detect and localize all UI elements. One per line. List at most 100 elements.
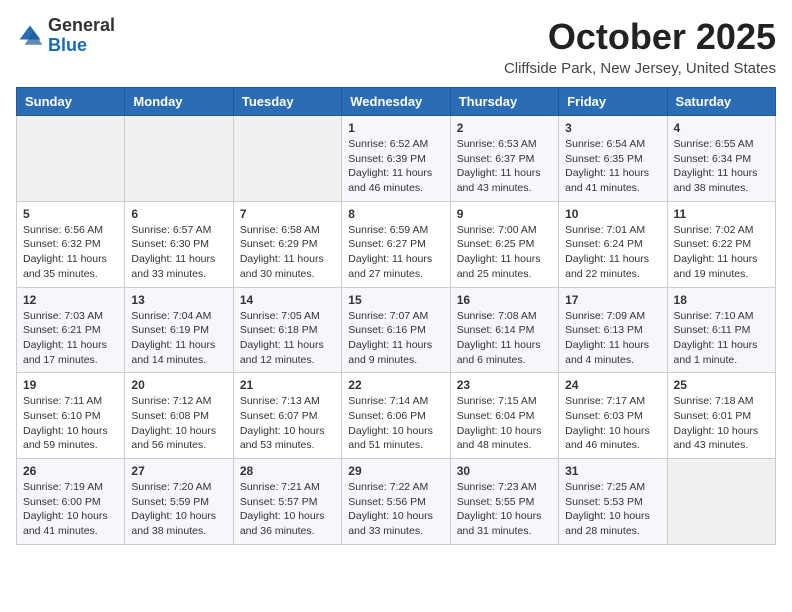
day-info: Sunrise: 6:58 AMSunset: 6:29 PMDaylight:… — [240, 223, 335, 282]
calendar-cell: 8Sunrise: 6:59 AMSunset: 6:27 PMDaylight… — [342, 201, 450, 287]
day-info: Sunrise: 7:07 AMSunset: 6:16 PMDaylight:… — [348, 309, 443, 368]
day-info: Sunrise: 6:55 AMSunset: 6:34 PMDaylight:… — [674, 137, 769, 196]
calendar-cell: 21 Sunrise: 7:13 AMSunset: 6:07 PMDayligh… — [233, 373, 341, 459]
month-title: October 2025 — [504, 16, 776, 58]
logo: General Blue — [16, 16, 115, 56]
day-info: Sunrise: 7:13 AMSunset: 6:07 PMDaylight:… — [240, 394, 335, 453]
day-number: 11 — [674, 207, 769, 221]
day-number: 1 — [348, 121, 443, 135]
calendar-cell — [233, 116, 341, 202]
calendar-week-3: 12 Sunrise: 7:03 AMSunset: 6:21 PMDayligh… — [17, 287, 776, 373]
day-info: Sunrise: 7:04 AMSunset: 6:19 PMDaylight:… — [131, 309, 226, 368]
page-header: General Blue October 2025 Cliffside Park… — [16, 16, 776, 77]
day-info: Sunrise: 7:03 AMSunset: 6:21 PMDaylight:… — [23, 309, 118, 368]
logo-general-text: General — [48, 16, 115, 36]
calendar-cell: 28 Sunrise: 7:21 AMSunset: 5:57 PMDayligh… — [233, 459, 341, 545]
day-info: Sunrise: 7:09 AMSunset: 6:13 PMDaylight:… — [565, 309, 660, 368]
day-number: 25 — [674, 378, 769, 392]
calendar-cell: 18Sunrise: 7:10 AMSunset: 6:11 PMDayligh… — [667, 287, 775, 373]
calendar-cell: 22 Sunrise: 7:14 AMSunset: 6:06 PMDayligh… — [342, 373, 450, 459]
day-number: 27 — [131, 464, 226, 478]
calendar-cell: 25 Sunrise: 7:18 AMSunset: 6:01 PMDayligh… — [667, 373, 775, 459]
day-number: 23 — [457, 378, 552, 392]
day-info: Sunrise: 7:14 AMSunset: 6:06 PMDaylight:… — [348, 394, 443, 453]
day-info: Sunrise: 7:11 AMSunset: 6:10 PMDaylight:… — [23, 394, 118, 453]
calendar-cell: 2Sunrise: 6:53 AMSunset: 6:37 PMDaylight… — [450, 116, 558, 202]
day-info: Sunrise: 7:12 AMSunset: 6:08 PMDaylight:… — [131, 394, 226, 453]
day-info: Sunrise: 7:02 AMSunset: 6:22 PMDaylight:… — [674, 223, 769, 282]
day-info: Sunrise: 7:15 AMSunset: 6:04 PMDaylight:… — [457, 394, 552, 453]
day-number: 21 — [240, 378, 335, 392]
calendar-cell: 11 Sunrise: 7:02 AMSunset: 6:22 PMDayligh… — [667, 201, 775, 287]
calendar-cell: 20Sunrise: 7:12 AMSunset: 6:08 PMDayligh… — [125, 373, 233, 459]
day-number: 7 — [240, 207, 335, 221]
day-info: Sunrise: 7:08 AMSunset: 6:14 PMDaylight:… — [457, 309, 552, 368]
calendar-cell: 19 Sunrise: 7:11 AMSunset: 6:10 PMDayligh… — [17, 373, 125, 459]
calendar-cell — [667, 459, 775, 545]
calendar-cell: 31 Sunrise: 7:25 AMSunset: 5:53 PMDayligh… — [559, 459, 667, 545]
day-info: Sunrise: 7:18 AMSunset: 6:01 PMDaylight:… — [674, 394, 769, 453]
day-number: 4 — [674, 121, 769, 135]
calendar-header-row: SundayMondayTuesdayWednesdayThursdayFrid… — [17, 88, 776, 116]
day-number: 19 — [23, 378, 118, 392]
weekday-header-monday: Monday — [125, 88, 233, 116]
day-info: Sunrise: 7:22 AMSunset: 5:56 PMDaylight:… — [348, 480, 443, 539]
day-info: Sunrise: 7:05 AMSunset: 6:18 PMDaylight:… — [240, 309, 335, 368]
day-info: Sunrise: 7:20 AMSunset: 5:59 PMDaylight:… — [131, 480, 226, 539]
calendar-cell: 3 Sunrise: 6:54 AMSunset: 6:35 PMDaylight… — [559, 116, 667, 202]
day-number: 12 — [23, 293, 118, 307]
day-info: Sunrise: 6:56 AMSunset: 6:32 PMDaylight:… — [23, 223, 118, 282]
day-number: 15 — [348, 293, 443, 307]
day-number: 31 — [565, 464, 660, 478]
day-number: 13 — [131, 293, 226, 307]
day-info: Sunrise: 6:59 AMSunset: 6:27 PMDaylight:… — [348, 223, 443, 282]
calendar-cell: 9Sunrise: 7:00 AMSunset: 6:25 PMDaylight… — [450, 201, 558, 287]
calendar-cell: 15 Sunrise: 7:07 AMSunset: 6:16 PMDayligh… — [342, 287, 450, 373]
calendar-cell: 27 Sunrise: 7:20 AMSunset: 5:59 PMDayligh… — [125, 459, 233, 545]
day-number: 14 — [240, 293, 335, 307]
day-number: 22 — [348, 378, 443, 392]
calendar-cell: 24 Sunrise: 7:17 AMSunset: 6:03 PMDayligh… — [559, 373, 667, 459]
calendar-cell: 12 Sunrise: 7:03 AMSunset: 6:21 PMDayligh… — [17, 287, 125, 373]
calendar-cell — [125, 116, 233, 202]
calendar-cell: 16Sunrise: 7:08 AMSunset: 6:14 PMDayligh… — [450, 287, 558, 373]
day-info: Sunrise: 6:52 AMSunset: 6:39 PMDaylight:… — [348, 137, 443, 196]
day-info: Sunrise: 7:25 AMSunset: 5:53 PMDaylight:… — [565, 480, 660, 539]
weekday-header-saturday: Saturday — [667, 88, 775, 116]
weekday-header-tuesday: Tuesday — [233, 88, 341, 116]
calendar-cell: 5Sunrise: 6:56 AMSunset: 6:32 PMDaylight… — [17, 201, 125, 287]
day-number: 17 — [565, 293, 660, 307]
day-info: Sunrise: 6:53 AMSunset: 6:37 PMDaylight:… — [457, 137, 552, 196]
day-info: Sunrise: 7:17 AMSunset: 6:03 PMDaylight:… — [565, 394, 660, 453]
title-area: October 2025 Cliffside Park, New Jersey,… — [504, 16, 776, 77]
day-info: Sunrise: 6:54 AMSunset: 6:35 PMDaylight:… — [565, 137, 660, 196]
calendar-week-5: 26 Sunrise: 7:19 AMSunset: 6:00 PMDayligh… — [17, 459, 776, 545]
day-number: 26 — [23, 464, 118, 478]
day-info: Sunrise: 7:19 AMSunset: 6:00 PMDaylight:… — [23, 480, 118, 539]
weekday-header-sunday: Sunday — [17, 88, 125, 116]
calendar-cell — [17, 116, 125, 202]
calendar-cell: 13 Sunrise: 7:04 AMSunset: 6:19 PMDayligh… — [125, 287, 233, 373]
day-info: Sunrise: 6:57 AMSunset: 6:30 PMDaylight:… — [131, 223, 226, 282]
day-number: 9 — [457, 207, 552, 221]
day-number: 3 — [565, 121, 660, 135]
day-info: Sunrise: 7:21 AMSunset: 5:57 PMDaylight:… — [240, 480, 335, 539]
logo-icon — [16, 22, 44, 50]
day-number: 18 — [674, 293, 769, 307]
calendar-cell: 6Sunrise: 6:57 AMSunset: 6:30 PMDaylight… — [125, 201, 233, 287]
day-number: 29 — [348, 464, 443, 478]
calendar-week-4: 19 Sunrise: 7:11 AMSunset: 6:10 PMDayligh… — [17, 373, 776, 459]
day-number: 28 — [240, 464, 335, 478]
calendar-cell: 29 Sunrise: 7:22 AMSunset: 5:56 PMDayligh… — [342, 459, 450, 545]
calendar-cell: 10Sunrise: 7:01 AMSunset: 6:24 PMDayligh… — [559, 201, 667, 287]
day-info: Sunrise: 7:01 AMSunset: 6:24 PMDaylight:… — [565, 223, 660, 282]
calendar-cell: 17 Sunrise: 7:09 AMSunset: 6:13 PMDayligh… — [559, 287, 667, 373]
calendar-cell: 4 Sunrise: 6:55 AMSunset: 6:34 PMDaylight… — [667, 116, 775, 202]
calendar-cell: 23 Sunrise: 7:15 AMSunset: 6:04 PMDayligh… — [450, 373, 558, 459]
calendar-cell: 30Sunrise: 7:23 AMSunset: 5:55 PMDayligh… — [450, 459, 558, 545]
calendar-week-2: 5Sunrise: 6:56 AMSunset: 6:32 PMDaylight… — [17, 201, 776, 287]
calendar-cell: 26 Sunrise: 7:19 AMSunset: 6:00 PMDayligh… — [17, 459, 125, 545]
day-number: 24 — [565, 378, 660, 392]
calendar-cell: 1 Sunrise: 6:52 AMSunset: 6:39 PMDaylight… — [342, 116, 450, 202]
day-number: 30 — [457, 464, 552, 478]
